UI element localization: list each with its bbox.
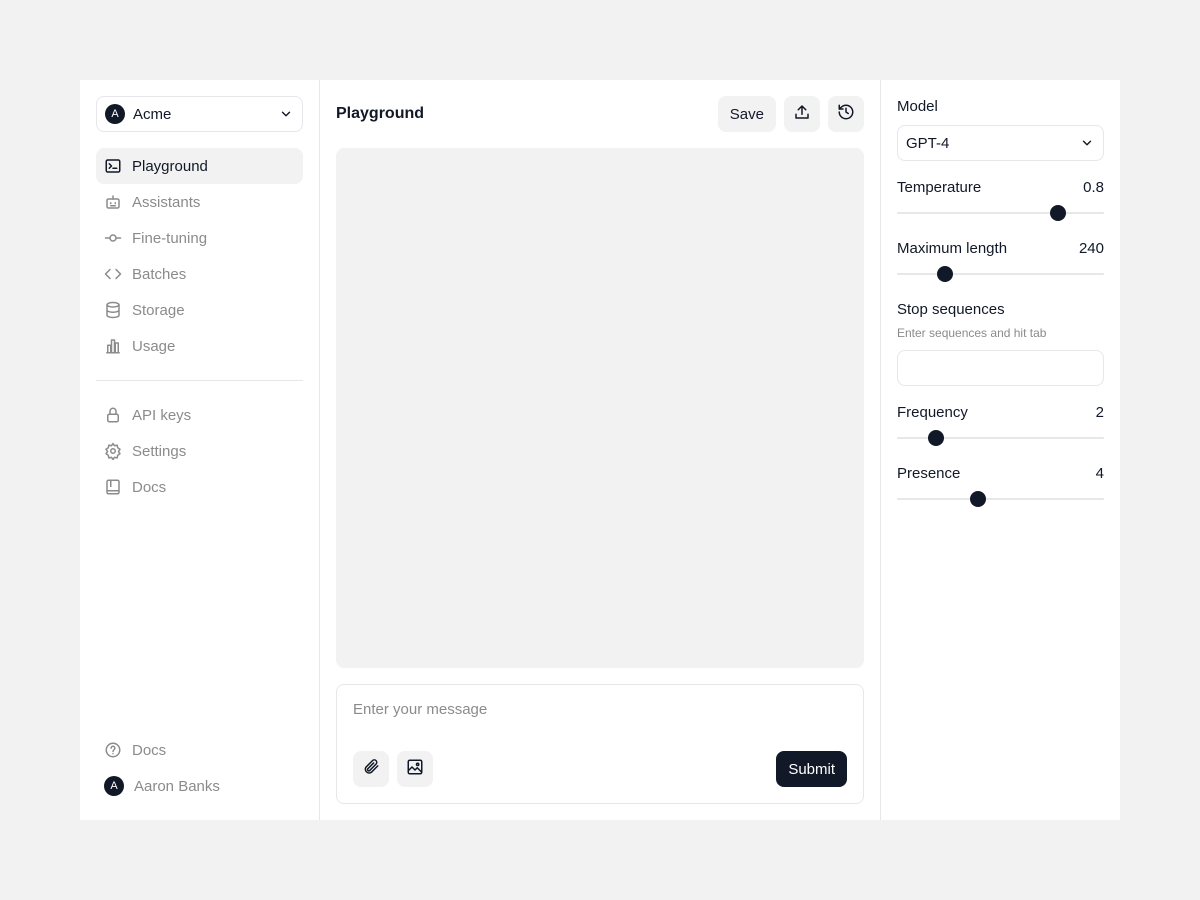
sidebar-item-label: Playground <box>132 157 208 175</box>
chevron-down-icon <box>1079 135 1095 151</box>
composer-actions: Submit <box>353 751 847 787</box>
submit-button[interactable]: Submit <box>776 751 847 787</box>
book-icon <box>104 478 122 496</box>
sidebar-divider <box>96 380 303 381</box>
primary-nav: Playground Assistants Fine-tuning Batche… <box>96 148 303 364</box>
frequency-setting: Frequency 2 <box>897 404 1104 447</box>
stop-sequences-label: Stop sequences <box>897 301 1005 318</box>
sidebar-item-label: Fine-tuning <box>132 229 208 247</box>
slider-thumb[interactable] <box>1050 205 1067 221</box>
stop-sequences-input[interactable] <box>897 350 1104 386</box>
message-composer: Submit <box>336 684 864 804</box>
sidebar-item-usage[interactable]: Usage <box>96 328 303 364</box>
terminal-icon <box>104 157 122 175</box>
sidebar-item-storage[interactable]: Storage <box>96 292 303 328</box>
secondary-nav: API keys Settings Docs <box>96 397 303 505</box>
max-length-value: 240 <box>1078 240 1104 257</box>
user-name: Aaron Banks <box>134 777 220 795</box>
commit-icon <box>104 229 122 247</box>
sidebar-item-settings[interactable]: Settings <box>96 433 303 469</box>
chevron-down-icon <box>278 106 294 122</box>
settings-panel: Model GPT-4 Temperature 0.8 Maximum leng… <box>881 80 1120 820</box>
sidebar-item-label: API keys <box>132 406 192 424</box>
slider-thumb[interactable] <box>936 266 953 282</box>
sidebar-item-fine-tuning[interactable]: Fine-tuning <box>96 220 303 256</box>
presence-label: Presence <box>897 465 961 482</box>
frequency-slider[interactable] <box>897 429 1104 447</box>
temperature-label: Temperature <box>897 179 982 196</box>
sidebar-item-label: Storage <box>132 301 185 319</box>
org-name: Acme <box>133 105 172 123</box>
image-icon <box>406 758 424 780</box>
message-input[interactable] <box>353 701 847 718</box>
main-header: Playground Save <box>336 96 864 132</box>
presence-value: 4 <box>1095 465 1104 482</box>
attach-button[interactable] <box>353 751 389 787</box>
sidebar: A Acme Playground Assistants Fine-tuning… <box>80 80 320 820</box>
user-avatar: A <box>104 776 124 796</box>
presence-slider[interactable] <box>897 490 1104 508</box>
model-select[interactable]: GPT-4 <box>897 125 1104 161</box>
help-docs-label: Docs <box>132 741 167 759</box>
max-length-slider[interactable] <box>897 265 1104 283</box>
model-label: Model <box>897 98 938 115</box>
temperature-setting: Temperature 0.8 <box>897 179 1104 222</box>
sidebar-item-label: Settings <box>132 442 187 460</box>
gear-icon <box>104 442 122 460</box>
sidebar-item-label: Assistants <box>132 193 201 211</box>
sidebar-item-docs[interactable]: Docs <box>96 469 303 505</box>
sidebar-item-label: Batches <box>132 265 187 283</box>
slider-track <box>897 212 1104 214</box>
upload-icon <box>793 103 811 125</box>
sidebar-item-label: Usage <box>132 337 176 355</box>
bot-icon <box>104 193 122 211</box>
save-button[interactable]: Save <box>717 96 776 132</box>
frequency-value: 2 <box>1095 404 1104 421</box>
org-avatar: A <box>105 104 125 124</box>
sidebar-item-api-keys[interactable]: API keys <box>96 397 303 433</box>
org-switcher[interactable]: A Acme <box>96 96 303 132</box>
slider-thumb[interactable] <box>928 430 945 446</box>
max-length-label: Maximum length <box>897 240 1008 257</box>
lock-icon <box>104 406 122 424</box>
app-window: A Acme Playground Assistants Fine-tuning… <box>80 80 1120 820</box>
sidebar-item-batches[interactable]: Batches <box>96 256 303 292</box>
slider-track <box>897 273 1104 275</box>
temperature-slider[interactable] <box>897 204 1104 222</box>
sidebar-item-playground[interactable]: Playground <box>96 148 303 184</box>
output-area <box>336 148 864 668</box>
help-docs-link[interactable]: Docs <box>96 732 303 768</box>
bar-chart-icon <box>104 337 122 355</box>
share-button[interactable] <box>784 96 820 132</box>
sidebar-footer: Docs A Aaron Banks <box>96 732 303 804</box>
sidebar-item-assistants[interactable]: Assistants <box>96 184 303 220</box>
slider-thumb[interactable] <box>969 491 986 507</box>
code-icon <box>104 265 122 283</box>
model-value: GPT-4 <box>906 134 950 152</box>
history-icon <box>837 103 855 125</box>
user-profile[interactable]: A Aaron Banks <box>96 768 303 804</box>
image-button[interactable] <box>397 751 433 787</box>
database-icon <box>104 301 122 319</box>
frequency-label: Frequency <box>897 404 968 421</box>
page-title: Playground <box>336 105 425 122</box>
paperclip-icon <box>362 758 380 780</box>
slider-track <box>897 498 1104 500</box>
help-circle-icon <box>104 741 122 759</box>
stop-sequences-helper: Enter sequences and hit tab <box>897 326 1047 340</box>
presence-setting: Presence 4 <box>897 465 1104 508</box>
sidebar-item-label: Docs <box>132 478 167 496</box>
max-length-setting: Maximum length 240 <box>897 240 1104 283</box>
stop-sequences-setting: Stop sequences Enter sequences and hit t… <box>897 301 1104 386</box>
history-button[interactable] <box>828 96 864 132</box>
playground-main: Playground Save Enter your message Submi… <box>320 80 881 820</box>
temperature-value: 0.8 <box>1083 179 1104 196</box>
